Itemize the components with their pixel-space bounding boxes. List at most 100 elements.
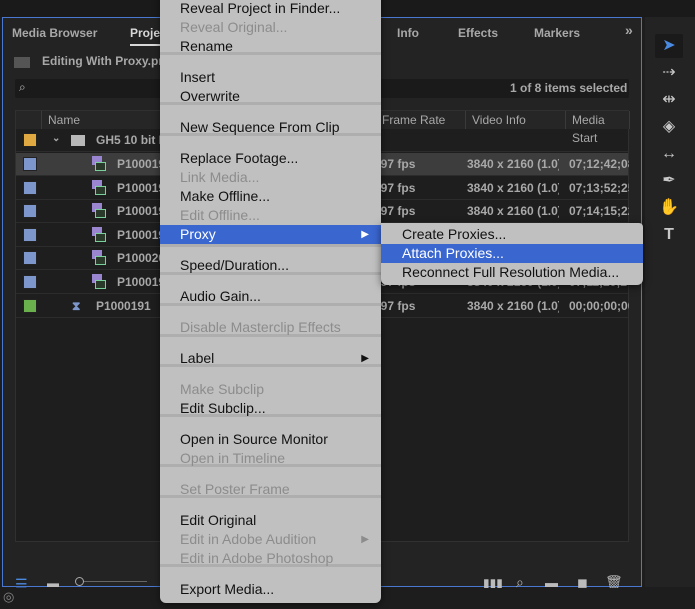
menu-item-edit-in-adobe-audition: Edit in Adobe Audition ▶: [160, 530, 381, 549]
submenu-item-label: Attach Proxies...: [402, 245, 504, 261]
disclosure-chevron-icon[interactable]: ⌄: [52, 133, 60, 144]
menu-item-label: Rename: [180, 38, 233, 54]
menu-item-label: Edit Original: [180, 512, 257, 528]
menu-item-label: Label: [180, 350, 215, 366]
menu-item-label: New Sequence From Clip: [180, 119, 340, 135]
column-header-frame-rate[interactable]: Frame Rate: [376, 111, 466, 129]
proxy-submenu: Create Proxies... Attach Proxies... Reconn…: [381, 223, 643, 285]
submenu-arrow-icon: ▶: [361, 353, 369, 364]
menu-item-new-sequence-from-clip[interactable]: New Sequence From Clip: [160, 118, 381, 137]
menu-item-open-in-source-monitor[interactable]: Open in Source Monitor: [160, 430, 381, 449]
media-start: 07;12;42;08: [569, 157, 629, 171]
submenu-arrow-icon: ▶: [361, 534, 369, 545]
menu-item-label: Open in Source Monitor: [180, 431, 328, 447]
menu-item-label[interactable]: Label ▶: [160, 349, 381, 368]
label-color-swatch[interactable]: [23, 181, 37, 195]
menu-item-label: Export Media...: [180, 581, 275, 597]
menu-item-speed-duration[interactable]: Speed/Duration...: [160, 256, 381, 275]
menu-item-overwrite[interactable]: Overwrite: [160, 87, 381, 106]
menu-item-edit-original[interactable]: Edit Original: [160, 511, 381, 530]
selection-status: 1 of 8 items selected: [510, 81, 628, 95]
zoom-slider-handle[interactable]: [75, 577, 84, 586]
menu-item-label: Set Poster Frame: [180, 481, 290, 497]
label-color-swatch[interactable]: [23, 299, 37, 313]
menu-item-export-media[interactable]: Export Media...: [160, 580, 381, 599]
submenu-item-reconnect-full-resolution-media[interactable]: Reconnect Full Resolution Media...: [381, 263, 643, 282]
menu-item-replace-footage[interactable]: Replace Footage...: [160, 149, 381, 168]
submenu-item-label: Create Proxies...: [402, 226, 507, 242]
label-color-swatch[interactable]: [23, 275, 37, 289]
tab-effects[interactable]: Effects: [458, 26, 498, 40]
ripple-edit-tool-icon[interactable]: ⇹: [655, 88, 683, 112]
menu-item-edit-offline: Edit Offline...: [160, 206, 381, 225]
video-info: 3840 x 2160 (1.0): [467, 181, 559, 195]
razor-tool-icon[interactable]: ◈: [655, 115, 683, 139]
media-start: 00;00;00;00: [569, 299, 629, 313]
selection-tool-icon[interactable]: ➤: [655, 34, 683, 58]
video-clip-icon: [92, 227, 106, 243]
menu-item-label: Reveal Project in Finder...: [180, 0, 341, 16]
pen-tool-icon[interactable]: ✒: [655, 169, 683, 193]
zoom-slider[interactable]: [77, 581, 147, 582]
menu-item-make-subclip: Make Subclip: [160, 380, 381, 399]
tab-media-browser[interactable]: Media Browser: [12, 26, 97, 40]
search-icon: ⌕: [19, 80, 26, 94]
menu-item-open-in-timeline: Open in Timeline: [160, 449, 381, 468]
menu-item-edit-subclip[interactable]: Edit Subclip...: [160, 399, 381, 418]
video-clip-icon: [92, 156, 106, 172]
menu-item-label: Overwrite: [180, 88, 240, 104]
label-color-swatch[interactable]: [23, 133, 37, 147]
menu-item-insert[interactable]: Insert: [160, 68, 381, 87]
menu-item-label: Proxy: [180, 226, 216, 242]
menu-item-make-offline[interactable]: Make Offline...: [160, 187, 381, 206]
video-clip-icon: [92, 180, 106, 196]
menu-item-reveal-original: Reveal Original...: [160, 18, 381, 37]
menu-item-label: Edit Offline...: [180, 207, 260, 223]
sequence-icon: ⧗: [72, 299, 81, 313]
menu-item-audio-gain[interactable]: Audio Gain...: [160, 287, 381, 306]
video-info: 3840 x 2160 (1.0): [467, 204, 559, 218]
menu-item-edit-in-adobe-photoshop: Edit in Adobe Photoshop: [160, 549, 381, 568]
media-start: 07;14;15;22: [569, 204, 629, 218]
column-header-video-info[interactable]: Video Info: [466, 111, 566, 129]
tab-info[interactable]: Info: [397, 26, 419, 40]
submenu-item-create-proxies[interactable]: Create Proxies...: [381, 225, 643, 244]
menu-item-label: Make Offline...: [180, 188, 271, 204]
folder-up-icon[interactable]: [14, 57, 30, 68]
video-clip-icon: [92, 274, 106, 290]
menu-item-disable-masterclip-effects: Disable Masterclip Effects: [160, 318, 381, 337]
folder-icon: [71, 135, 85, 146]
menu-item-rename[interactable]: Rename: [160, 37, 381, 56]
menu-separator: [160, 244, 381, 247]
label-color-swatch[interactable]: [23, 204, 37, 218]
menu-item-label: Audio Gain...: [180, 288, 261, 304]
media-start: 07;13;52;25: [569, 181, 629, 195]
creative-cloud-icon: ◎: [3, 589, 15, 604]
label-color-swatch[interactable]: [23, 157, 37, 171]
menu-item-label: Insert: [180, 69, 216, 85]
label-column-header: [16, 111, 42, 129]
submenu-arrow-icon: ▶: [361, 229, 369, 240]
menu-item-label: Replace Footage...: [180, 150, 299, 166]
menu-item-label: Edit Subclip...: [180, 400, 266, 416]
hand-tool-icon[interactable]: ✋: [655, 196, 683, 220]
tab-markers[interactable]: Markers: [534, 26, 580, 40]
menu-item-label: Link Media...: [180, 169, 260, 185]
label-color-swatch[interactable]: [23, 251, 37, 265]
label-color-swatch[interactable]: [23, 228, 37, 242]
menu-item-link-media: Link Media...: [160, 168, 381, 187]
menu-item-label: Reveal Original...: [180, 19, 288, 35]
menu-item-proxy[interactable]: Proxy ▶: [160, 225, 381, 244]
menu-item-label: Edit in Adobe Photoshop: [180, 550, 334, 566]
type-tool-icon[interactable]: T: [655, 223, 683, 247]
slip-tool-icon[interactable]: ↔: [655, 142, 683, 166]
panel-overflow-button[interactable]: »: [625, 22, 633, 38]
menu-item-reveal-project-in-finder[interactable]: Reveal Project in Finder...: [160, 0, 381, 18]
video-info: 3840 x 2160 (1.0): [467, 157, 559, 171]
menu-item-label: Edit in Adobe Audition: [180, 531, 317, 547]
video-clip-icon: [92, 250, 106, 266]
submenu-item-attach-proxies[interactable]: Attach Proxies...: [381, 244, 643, 263]
column-header-media-start[interactable]: Media Start: [566, 111, 630, 145]
track-select-tool-icon[interactable]: ⇢: [655, 61, 683, 85]
video-info: 3840 x 2160 (1.0): [467, 299, 559, 313]
